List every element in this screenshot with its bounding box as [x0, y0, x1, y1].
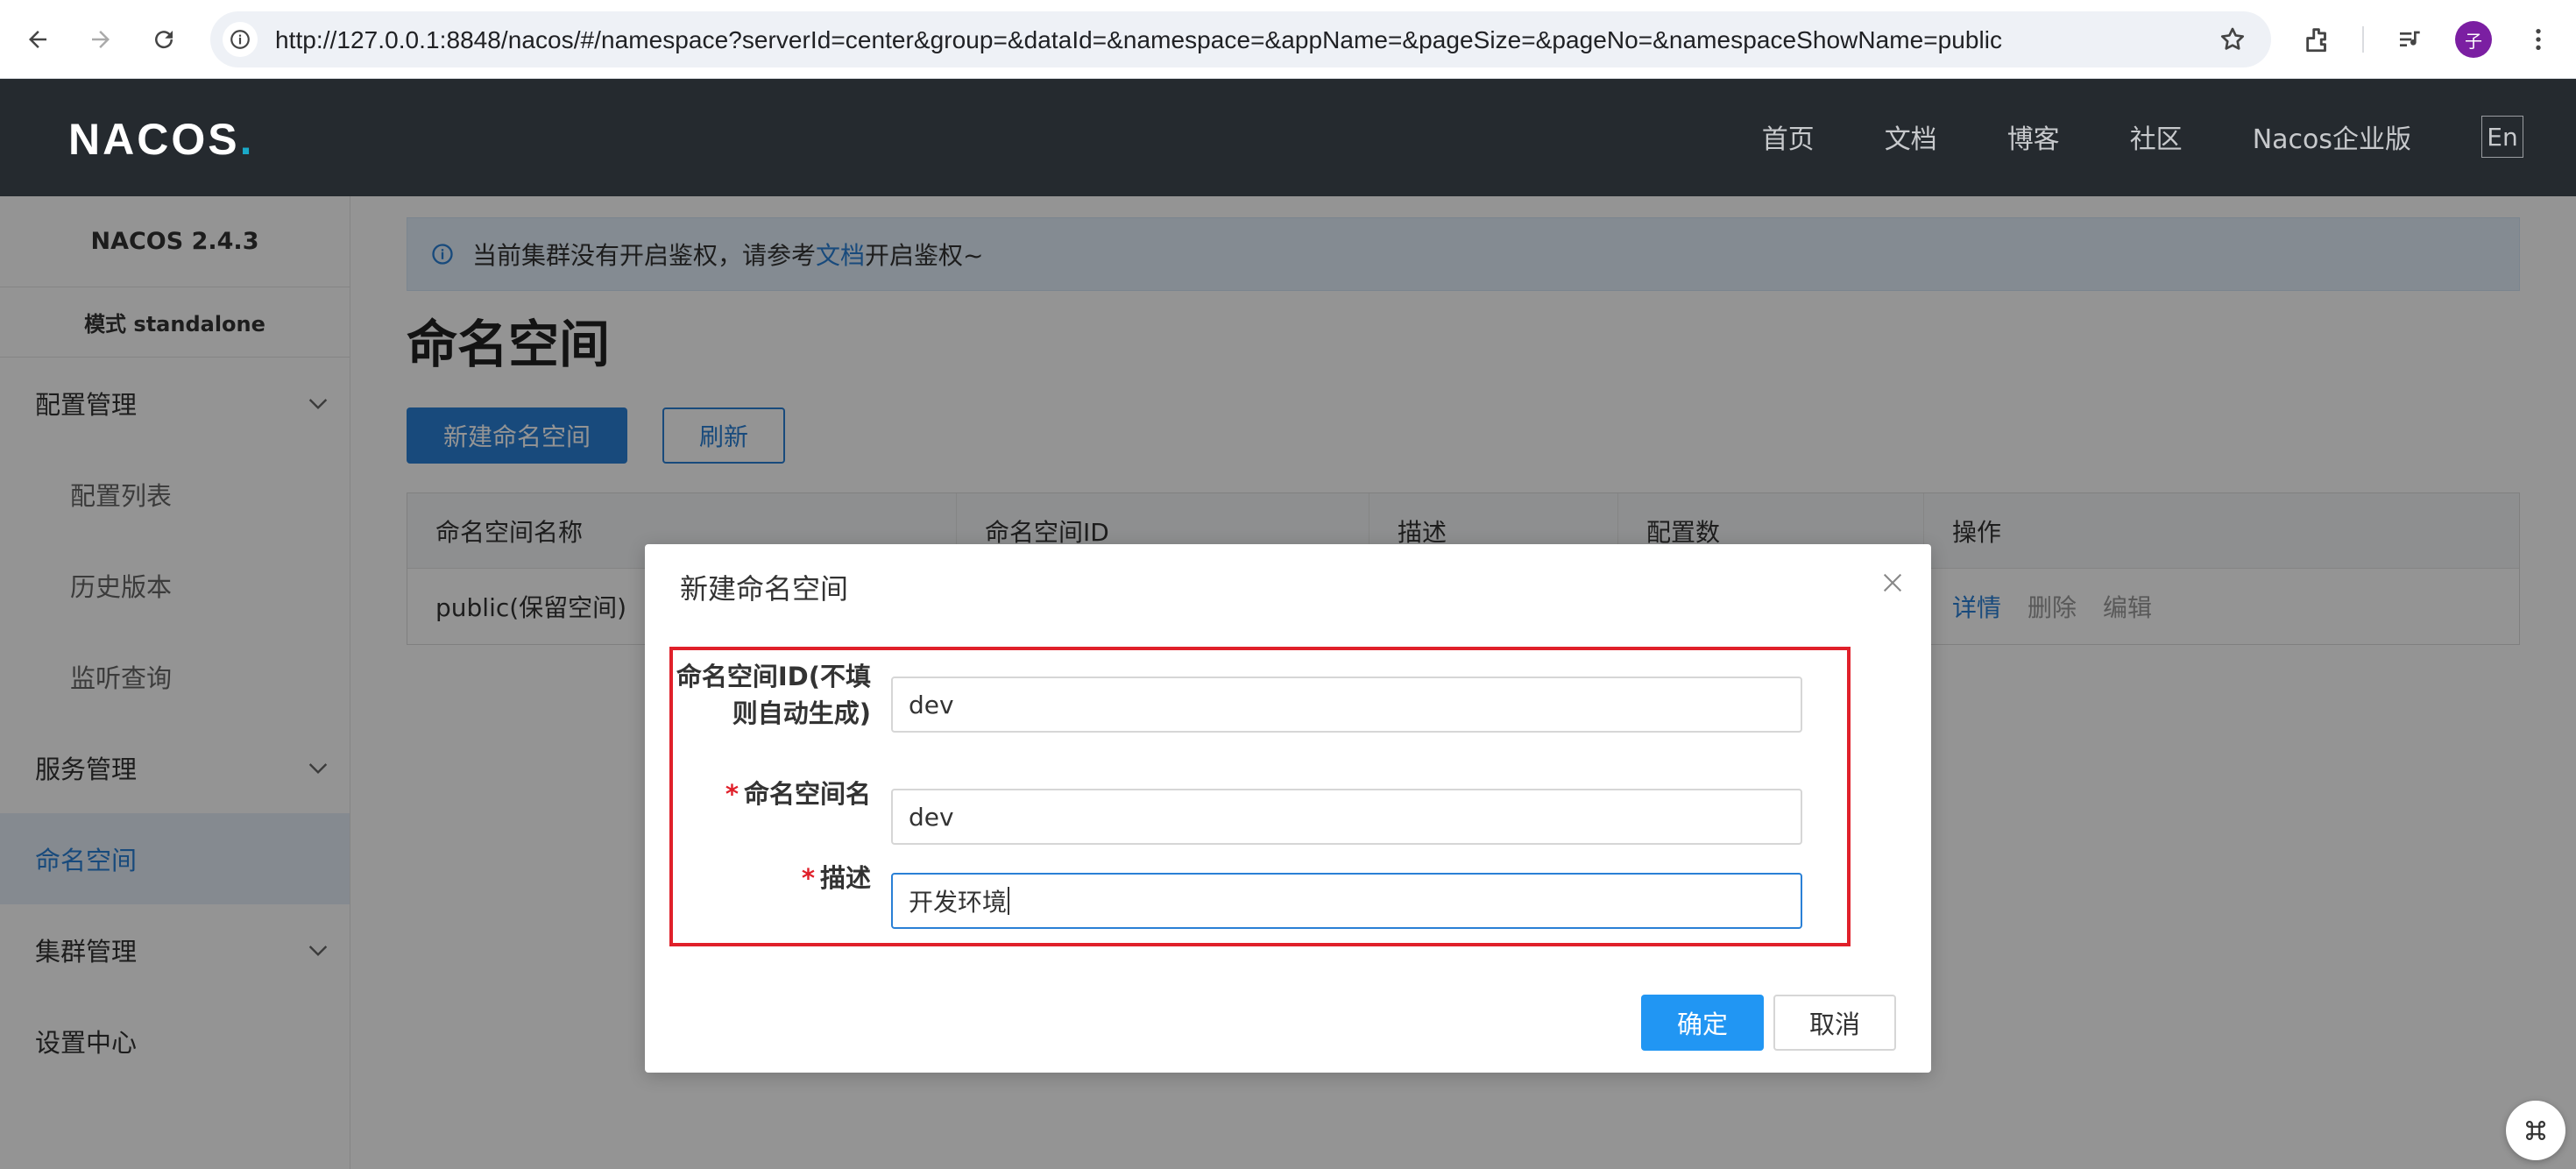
form-row-description: * 描述 开发环境	[645, 854, 1931, 929]
required-mark: *	[725, 779, 739, 809]
close-icon[interactable]	[1879, 569, 1907, 597]
namespace-id-label-line2: 则自动生成)	[732, 698, 871, 728]
namespace-name-label-text: 命名空间名	[743, 779, 871, 809]
namespace-name-input[interactable]: dev	[891, 789, 1802, 845]
floating-command-icon[interactable]	[2506, 1101, 2565, 1160]
nav-home[interactable]: 首页	[1762, 117, 1815, 156]
description-label-text: 描述	[819, 863, 871, 893]
dialog-title: 新建命名空间	[680, 572, 849, 606]
nav-blog[interactable]: 博客	[2007, 117, 2060, 156]
form-row-namespace-id: 命名空间ID(不填 则自动生成) dev	[645, 658, 1931, 746]
toolbar-separator	[2362, 26, 2364, 53]
header-nav: 首页 文档 博客 社区 Nacos企业版 En	[1692, 116, 2523, 158]
reload-icon[interactable]	[144, 19, 184, 60]
nav-community[interactable]: 社区	[2130, 117, 2183, 156]
back-icon[interactable]	[18, 19, 58, 60]
text-caret	[1008, 887, 1010, 915]
bookmark-star-icon[interactable]	[2219, 25, 2247, 53]
browser-toolbar: http://127.0.0.1:8848/nacos/#/namespace?…	[0, 0, 2576, 79]
description-input-value: 开发环境	[909, 888, 1008, 917]
nav-enterprise[interactable]: Nacos企业版	[2253, 117, 2411, 156]
namespace-name-label: * 命名空间名	[725, 776, 871, 812]
namespace-id-label-line1: 命名空间ID(不填	[676, 662, 871, 691]
new-namespace-dialog: 新建命名空间 命名空间ID(不填 则自动生成) dev * 命名空间名 dev *…	[645, 544, 1931, 1073]
description-label: * 描述	[802, 860, 871, 896]
profile-avatar[interactable]: 子	[2455, 21, 2492, 58]
media-control-icon[interactable]	[2392, 21, 2429, 58]
language-toggle[interactable]: En	[2481, 116, 2523, 158]
url-text: http://127.0.0.1:8848/nacos/#/namespace?…	[275, 26, 2003, 53]
cancel-button[interactable]: 取消	[1773, 995, 1896, 1051]
namespace-id-label: 命名空间ID(不填 则自动生成)	[676, 658, 871, 732]
forward-icon[interactable]	[81, 19, 121, 60]
required-mark: *	[801, 863, 815, 893]
form-row-namespace-name: * 命名空间名 dev	[645, 770, 1931, 845]
site-info-icon[interactable]	[223, 22, 258, 57]
app-header: NACOS. 首页 文档 博客 社区 Nacos企业版 En	[0, 79, 2576, 196]
more-menu-icon[interactable]	[2520, 21, 2557, 58]
extensions-icon[interactable]	[2299, 21, 2336, 58]
address-bar[interactable]: http://127.0.0.1:8848/nacos/#/namespace?…	[210, 11, 2271, 67]
namespace-id-input[interactable]: dev	[891, 677, 1802, 733]
confirm-button[interactable]: 确定	[1641, 995, 1764, 1051]
description-input[interactable]: 开发环境	[891, 873, 1802, 929]
nav-docs[interactable]: 文档	[1885, 117, 1937, 156]
nacos-logo[interactable]: NACOS.	[68, 114, 254, 165]
